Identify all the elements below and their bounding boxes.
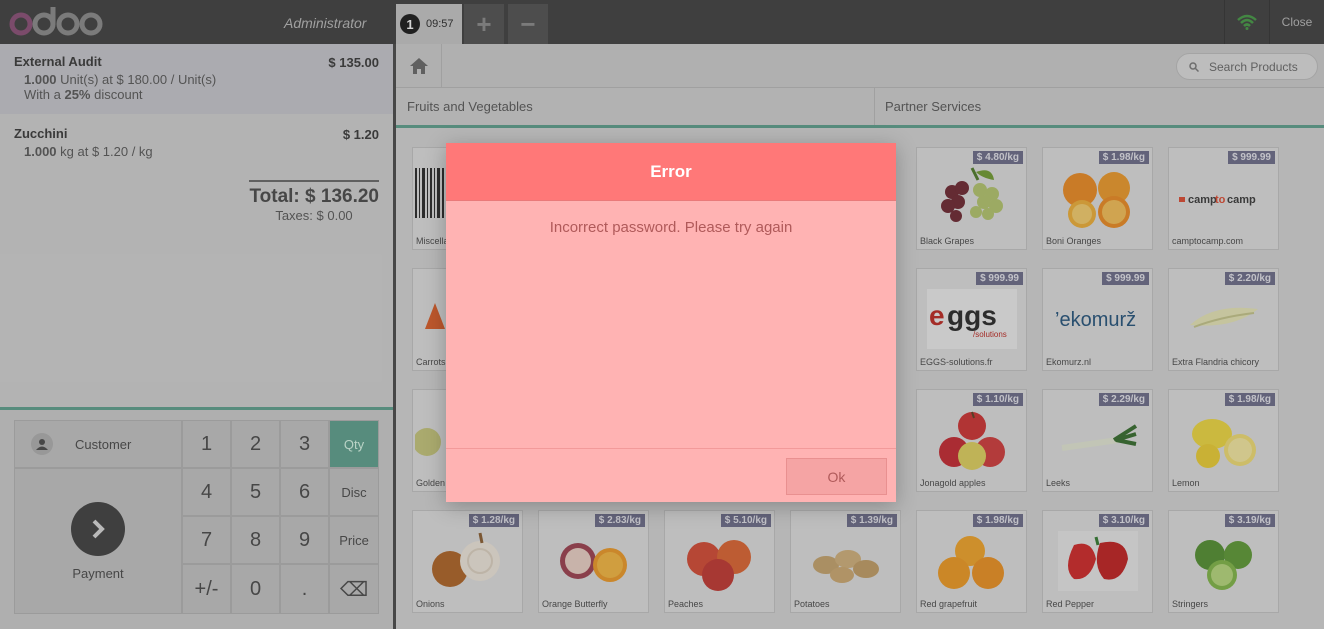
dialog-title: Error: [446, 143, 896, 201]
error-dialog: Error Incorrect password. Please try aga…: [446, 143, 896, 502]
dialog-footer: Ok: [446, 448, 896, 502]
dialog-message: Incorrect password. Please try again: [549, 219, 793, 236]
ok-button[interactable]: Ok: [786, 458, 887, 495]
